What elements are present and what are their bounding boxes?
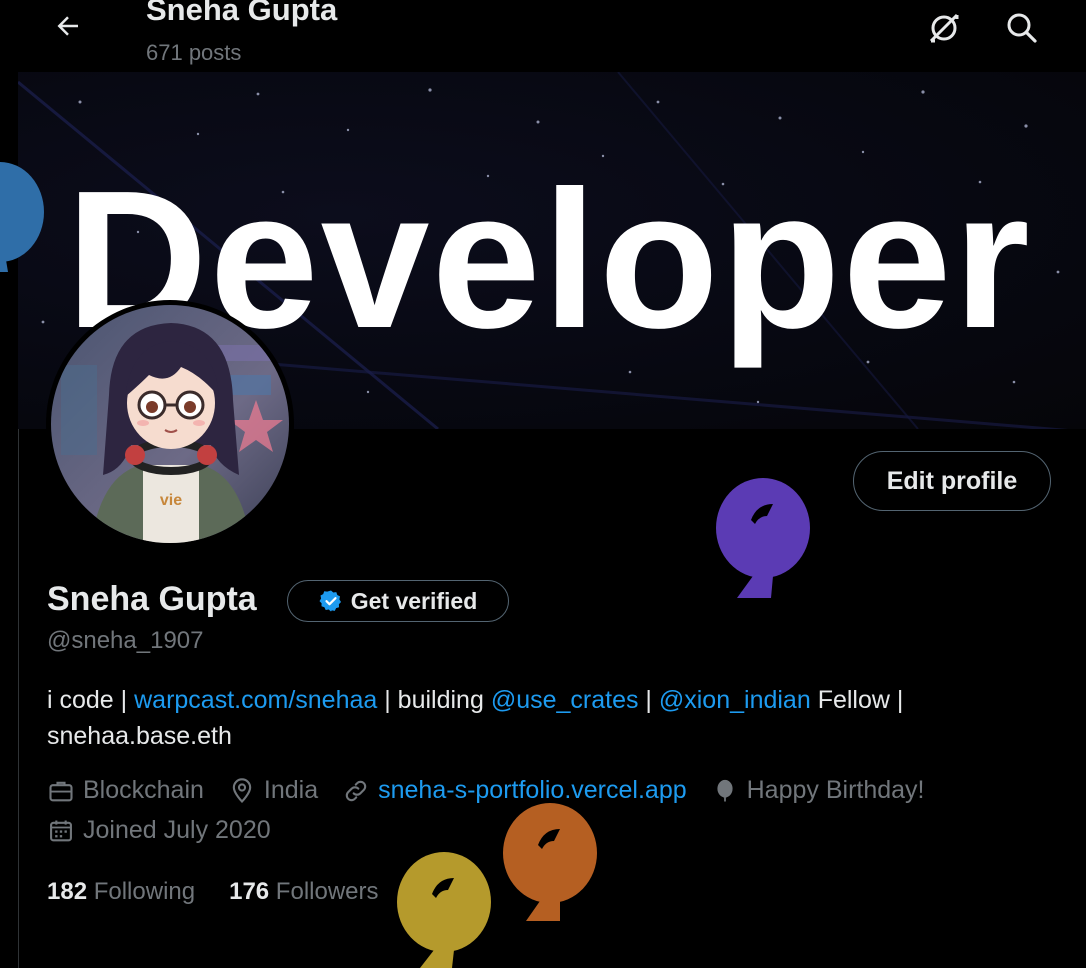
- verified-badge-icon: [319, 590, 341, 612]
- birthday-balloon-blue: [0, 162, 44, 272]
- meta-birthday: Happy Birthday!: [711, 776, 925, 805]
- profile-bio: i code | warpcast.com/snehaa | building …: [47, 682, 1037, 754]
- birthday-balloon-gold: [397, 852, 491, 968]
- grok-icon: [929, 13, 959, 43]
- followers-label: Followers: [269, 878, 379, 905]
- svg-text:vie: vie: [160, 492, 182, 509]
- location-label: India: [263, 776, 319, 804]
- following-link[interactable]: 182 Following: [47, 878, 195, 906]
- calendar-icon: [50, 820, 72, 841]
- joined-label: Joined July 2020: [83, 816, 271, 844]
- birthday-balloon-orange: [503, 803, 597, 921]
- category-label: Blockchain: [83, 776, 204, 804]
- bio-mention-xion-indian[interactable]: @xion_indian: [659, 686, 811, 714]
- profile-meta-row: Blockchain India sneha-s-portfolio.verce…: [47, 776, 949, 805]
- website-link[interactable]: sneha-s-portfolio.vercel.app: [378, 776, 687, 805]
- meta-joined: Joined July 2020: [47, 816, 271, 845]
- location-pin-icon: [232, 777, 252, 803]
- top-bar: Sneha Gupta 671 posts: [18, 0, 1086, 72]
- bio-text: |: [638, 686, 659, 714]
- balloon-icon: [717, 779, 733, 801]
- bio-mention-use-crates[interactable]: @use_crates: [491, 686, 639, 714]
- bio-text: | building: [377, 686, 491, 714]
- link-icon: [345, 780, 367, 801]
- left-rail: [0, 0, 19, 968]
- search-icon: [1007, 13, 1037, 43]
- briefcase-icon: [49, 781, 73, 801]
- get-verified-label: Get verified: [350, 587, 478, 614]
- get-verified-button[interactable]: Get verified: [287, 580, 509, 622]
- header-post-count: 671 posts: [146, 40, 242, 65]
- meta-website: sneha-s-portfolio.vercel.app: [342, 776, 687, 805]
- following-label: Following: [87, 878, 196, 905]
- follow-stats: 182 Following 176 Followers: [47, 878, 379, 906]
- bio-link-warpcast[interactable]: warpcast.com/snehaa: [134, 686, 377, 714]
- avatar-illustration: vie: [51, 305, 289, 543]
- grok-button[interactable]: [922, 6, 966, 50]
- header-name: Sneha Gupta: [146, 0, 338, 27]
- user-handle: @sneha_1907: [47, 627, 204, 654]
- meta-location: India: [228, 776, 318, 805]
- edit-profile-button[interactable]: Edit profile: [853, 451, 1051, 511]
- followers-count: 176: [229, 878, 270, 905]
- search-button[interactable]: [1000, 6, 1044, 50]
- meta-category: Blockchain: [47, 776, 204, 805]
- birthday-balloon-purple: [716, 478, 810, 598]
- back-button[interactable]: [48, 6, 88, 46]
- followers-link[interactable]: 176 Followers: [229, 878, 378, 906]
- arrow-left-icon: [57, 16, 78, 36]
- display-name: Sneha Gupta: [47, 580, 257, 618]
- bio-text: i code |: [47, 686, 135, 714]
- following-count: 182: [47, 878, 88, 905]
- profile-avatar[interactable]: vie: [46, 300, 294, 548]
- profile-meta-row-joined: Joined July 2020: [47, 816, 295, 845]
- birthday-label: Happy Birthday!: [746, 776, 925, 804]
